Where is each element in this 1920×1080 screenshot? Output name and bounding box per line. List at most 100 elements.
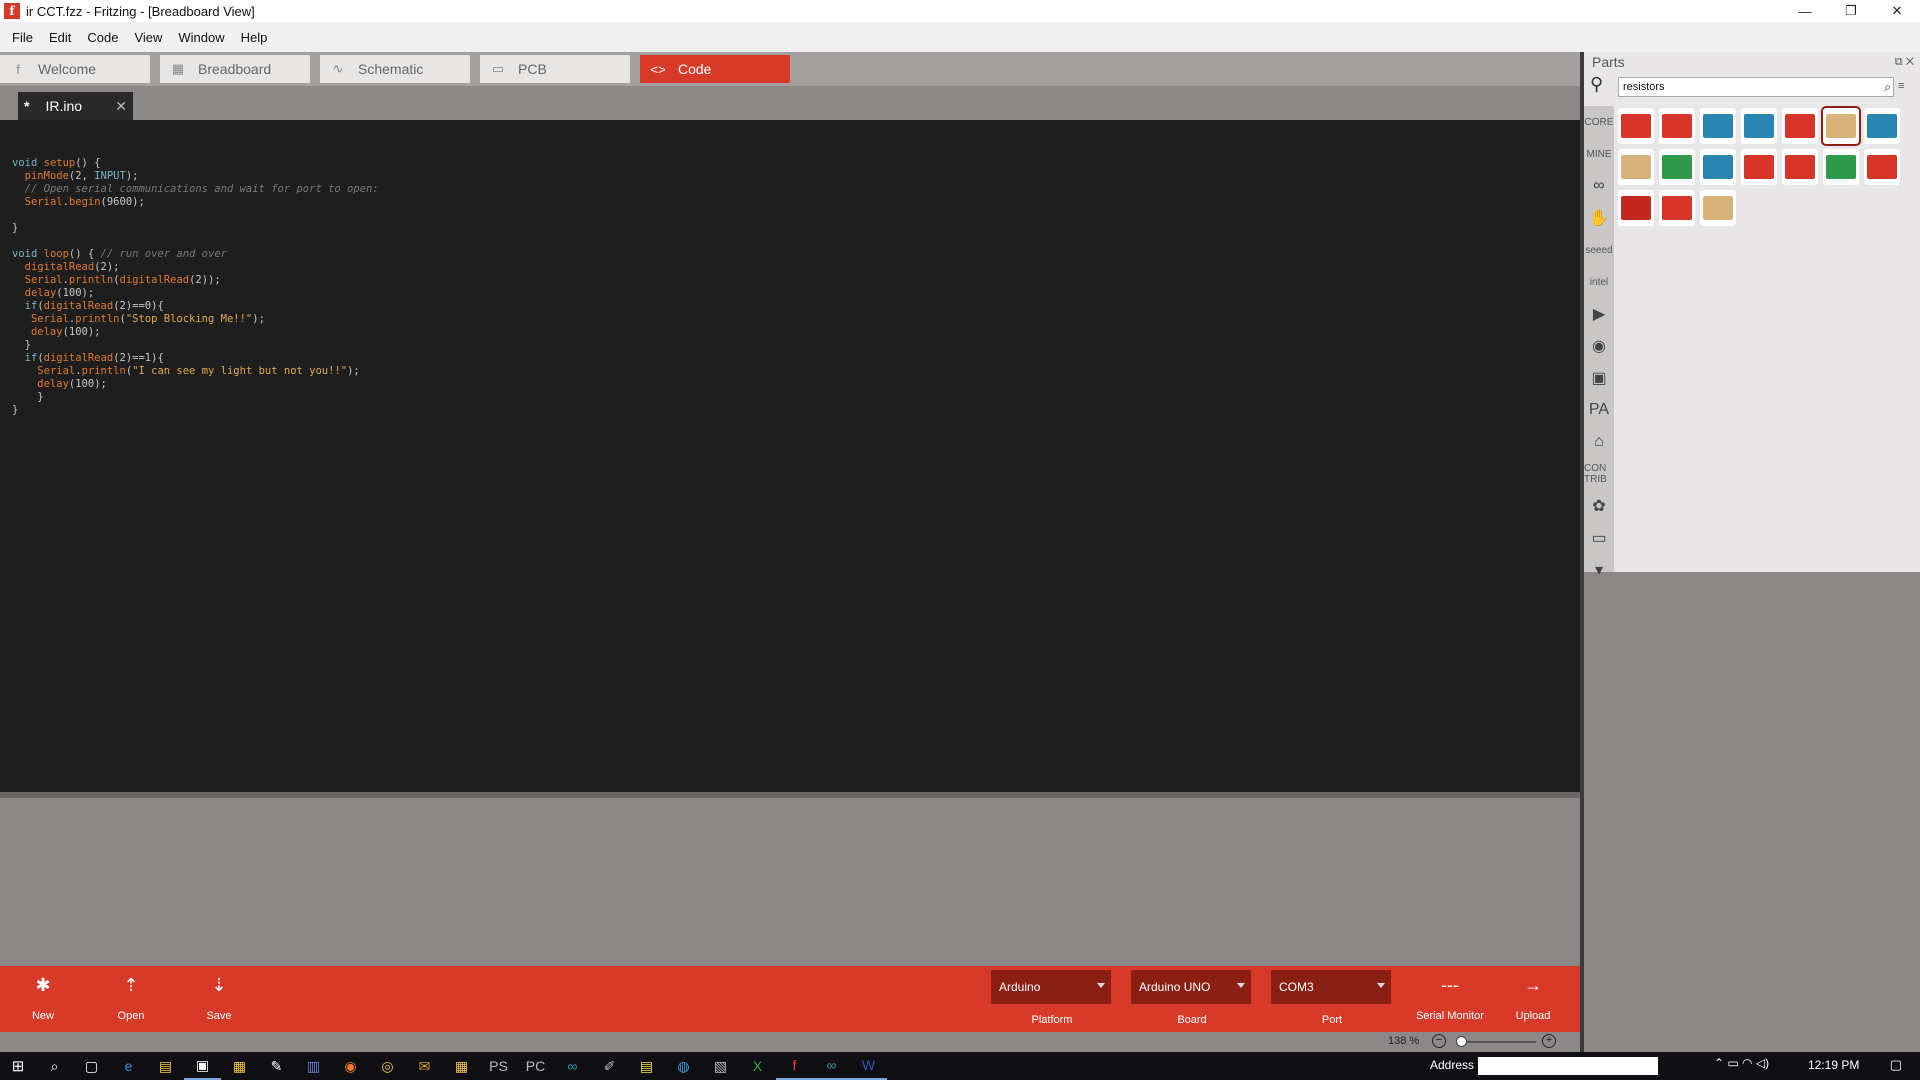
code-text[interactable]: void setup() { pinMode(2, INPUT); // Ope…: [12, 157, 379, 417]
bin-tab[interactable]: CON TRIB: [1584, 458, 1614, 490]
code-line[interactable]: Serial.println("I can see my light but n…: [12, 365, 379, 378]
bin-tab[interactable]: ✿: [1584, 490, 1614, 522]
part-item[interactable]: [1659, 190, 1695, 226]
upload-button[interactable]: → Upload: [1498, 966, 1568, 1032]
code-line[interactable]: void setup() {: [12, 157, 379, 170]
part-item[interactable]: [1700, 190, 1736, 226]
tab-schematic[interactable]: ∿ Schematic: [320, 55, 470, 83]
taskbar-app-icon[interactable]: ▦: [221, 1052, 258, 1080]
part-item[interactable]: [1823, 149, 1859, 185]
magnifier-icon[interactable]: ⌕: [1884, 78, 1891, 96]
taskbar-app-icon[interactable]: X: [739, 1052, 776, 1080]
part-item[interactable]: [1782, 149, 1818, 185]
tab-code[interactable]: <> Code: [640, 55, 790, 83]
taskbar-app-icon[interactable]: ▢: [73, 1052, 110, 1080]
code-line[interactable]: Serial.begin(9600);: [12, 196, 379, 209]
taskbar-app-icon[interactable]: e: [110, 1052, 147, 1080]
taskbar-app-icon[interactable]: ⌕: [36, 1052, 73, 1080]
tab-welcome[interactable]: f Welcome: [0, 55, 150, 83]
bin-menu-icon[interactable]: ≡: [1898, 80, 1904, 92]
part-item[interactable]: [1821, 106, 1861, 146]
part-item[interactable]: [1659, 149, 1695, 185]
code-line[interactable]: digitalRead(2);: [12, 261, 379, 274]
taskbar-app-icon[interactable]: ✎: [258, 1052, 295, 1080]
parts-search-input[interactable]: resistors ⌕: [1618, 77, 1894, 97]
zoom-in-icon[interactable]: +: [1542, 1034, 1556, 1048]
taskbar-app-icon[interactable]: ▤: [147, 1052, 184, 1080]
menu-window[interactable]: Window: [170, 30, 232, 45]
taskbar-app-icon[interactable]: ▧: [702, 1052, 739, 1080]
taskbar-app-icon[interactable]: PC: [517, 1052, 554, 1080]
taskbar-app-icon[interactable]: ◉: [332, 1052, 369, 1080]
part-item[interactable]: [1618, 108, 1654, 144]
part-item[interactable]: [1864, 149, 1900, 185]
new-button[interactable]: ✱ New: [8, 966, 78, 1032]
notification-icon[interactable]: ▢: [1890, 1057, 1902, 1073]
zoom-out-icon[interactable]: −: [1432, 1034, 1446, 1048]
bin-tab[interactable]: ∞: [1584, 170, 1614, 202]
system-tray[interactable]: ⌃ ▭ ◠ ◁): [1714, 1056, 1769, 1070]
tab-pcb[interactable]: ▭ PCB: [480, 55, 630, 83]
taskbar-app-icon[interactable]: ▤: [628, 1052, 665, 1080]
taskbar-app-icon[interactable]: ✐: [591, 1052, 628, 1080]
taskbar-app-icon[interactable]: ▣: [184, 1052, 221, 1080]
bin-tab[interactable]: ▾: [1584, 554, 1614, 586]
taskbar-app-icon[interactable]: ▥: [295, 1052, 332, 1080]
serial-monitor-button[interactable]: --- Serial Monitor: [1410, 966, 1490, 1032]
part-item[interactable]: [1700, 108, 1736, 144]
code-line[interactable]: }: [12, 404, 379, 417]
taskbar-app-icon[interactable]: ✉: [406, 1052, 443, 1080]
code-line[interactable]: delay(100);: [12, 378, 379, 391]
search-icon[interactable]: ⚲: [1590, 74, 1603, 95]
code-editor[interactable]: void setup() { pinMode(2, INPUT); // Ope…: [0, 120, 1580, 792]
board-select[interactable]: Arduino UNO: [1131, 970, 1251, 1004]
taskbar-app-icon[interactable]: ◍: [665, 1052, 702, 1080]
part-item[interactable]: [1700, 149, 1736, 185]
bin-tab[interactable]: ⌂: [1584, 426, 1614, 458]
code-line[interactable]: }: [12, 222, 379, 235]
save-button[interactable]: ⇣ Save: [184, 966, 254, 1032]
windows-start-icon[interactable]: ⊞: [0, 1057, 36, 1075]
restore-button[interactable]: ❐: [1828, 0, 1874, 22]
bin-tab[interactable]: ✋: [1584, 202, 1614, 234]
bin-tab[interactable]: MINE: [1584, 138, 1614, 170]
part-item[interactable]: [1782, 108, 1818, 144]
part-item[interactable]: [1741, 108, 1777, 144]
taskbar-app-icon[interactable]: ∞: [813, 1052, 850, 1080]
code-line[interactable]: delay(100);: [12, 287, 379, 300]
platform-select[interactable]: Arduino: [991, 970, 1111, 1004]
close-tab-icon[interactable]: ✕: [115, 98, 127, 115]
taskbar-app-icon[interactable]: PS: [480, 1052, 517, 1080]
menu-file[interactable]: File: [4, 30, 41, 45]
code-line[interactable]: // Open serial communications and wait f…: [12, 183, 379, 196]
bin-tab[interactable]: CORE: [1584, 106, 1614, 138]
part-item[interactable]: [1618, 149, 1654, 185]
close-button[interactable]: ✕: [1874, 0, 1920, 22]
part-item[interactable]: [1741, 149, 1777, 185]
part-item[interactable]: [1864, 108, 1900, 144]
bin-tab[interactable]: intel: [1584, 266, 1614, 298]
bin-tab[interactable]: ▣: [1584, 362, 1614, 394]
code-line[interactable]: }: [12, 339, 379, 352]
code-line[interactable]: pinMode(2, INPUT);: [12, 170, 379, 183]
taskbar-app-icon[interactable]: ▦: [443, 1052, 480, 1080]
menu-code[interactable]: Code: [79, 30, 126, 45]
port-select[interactable]: COM3: [1271, 970, 1391, 1004]
part-item[interactable]: [1659, 108, 1695, 144]
bin-tab[interactable]: ▭: [1584, 522, 1614, 554]
code-line[interactable]: Serial.println("Stop Blocking Me!!");: [12, 313, 379, 326]
bin-tab[interactable]: seeed: [1584, 234, 1614, 266]
file-tab-ir-ino[interactable]: * IR.ino ✕: [18, 92, 133, 120]
menu-edit[interactable]: Edit: [41, 30, 79, 45]
bin-tab[interactable]: ▶: [1584, 298, 1614, 330]
code-line[interactable]: if(digitalRead(2)==1){: [12, 352, 379, 365]
tab-breadboard[interactable]: ▦ Breadboard: [160, 55, 310, 83]
code-line[interactable]: [12, 209, 379, 222]
bin-tab[interactable]: ◉: [1584, 330, 1614, 362]
zoom-slider[interactable]: [1456, 1041, 1536, 1043]
zoom-slider-handle[interactable]: [1456, 1036, 1467, 1047]
minimize-button[interactable]: —: [1782, 0, 1828, 22]
code-line[interactable]: if(digitalRead(2)==0){: [12, 300, 379, 313]
panel-float-close-icons[interactable]: ⧉ ✕: [1895, 56, 1914, 69]
code-line[interactable]: [12, 235, 379, 248]
